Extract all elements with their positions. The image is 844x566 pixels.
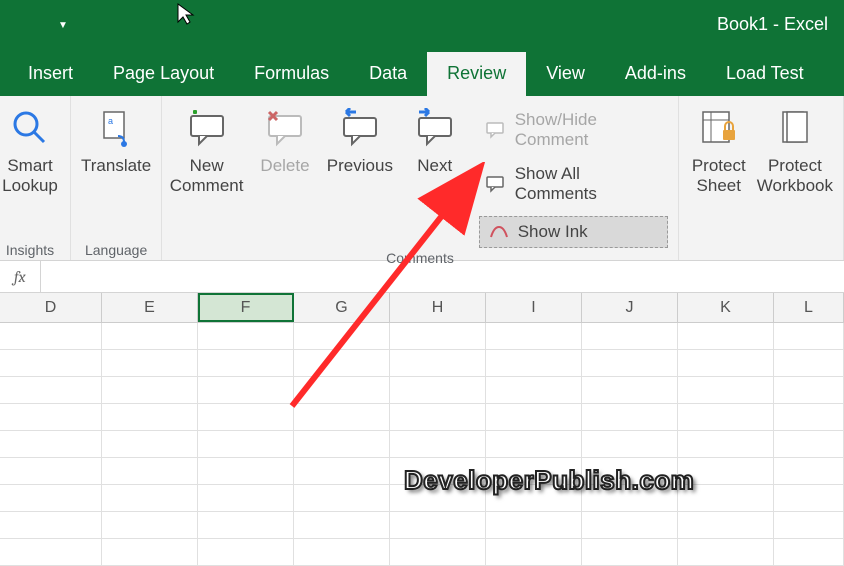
fx-icon[interactable]: fx [0, 261, 41, 292]
show-all-comments-label: Show All Comments [515, 164, 662, 204]
show-ink-button[interactable]: Show Ink [479, 216, 668, 248]
tab-addins[interactable]: Add-ins [605, 52, 706, 96]
ink-icon [488, 221, 510, 243]
previous-label: Previous [327, 156, 393, 176]
table-row[interactable] [0, 404, 844, 431]
table-row[interactable] [0, 350, 844, 377]
show-hide-comment-button: Show/Hide Comment [479, 108, 668, 152]
table-row[interactable] [0, 431, 844, 458]
translate-button[interactable]: a Translate [81, 102, 151, 176]
show-hide-comment-label: Show/Hide Comment [515, 110, 662, 150]
protect-workbook-button[interactable]: Protect Workbook [763, 102, 833, 197]
qat-dropdown-icon[interactable]: ▼ [58, 20, 68, 31]
protect-workbook-icon [776, 106, 820, 150]
col-header-l[interactable]: L [774, 293, 844, 322]
app-title: Book1 - Excel [717, 14, 828, 35]
new-comment-label: New Comment [170, 156, 244, 197]
ribbon: Smart Lookup Insights a Translate Langua… [0, 96, 844, 261]
delete-icon [263, 106, 307, 150]
comments-icon [485, 173, 507, 195]
formula-input[interactable] [41, 269, 844, 285]
comment-icon [485, 119, 507, 141]
smart-lookup-label: Smart Lookup [2, 156, 58, 197]
table-row[interactable] [0, 323, 844, 350]
translate-icon: a [94, 106, 138, 150]
svg-text:a: a [108, 116, 113, 126]
group-language-label: Language [81, 240, 151, 258]
delete-label: Delete [260, 156, 309, 176]
protect-sheet-icon [697, 106, 741, 150]
tab-view[interactable]: View [526, 52, 605, 96]
previous-comment-button[interactable]: Previous [329, 102, 391, 176]
col-header-g[interactable]: G [294, 293, 390, 322]
translate-label: Translate [81, 156, 151, 176]
next-icon [413, 106, 457, 150]
previous-icon [338, 106, 382, 150]
grid-rows-container [0, 323, 844, 566]
search-icon [8, 106, 52, 150]
table-row[interactable] [0, 377, 844, 404]
tab-pagelayout[interactable]: Page Layout [93, 52, 234, 96]
new-comment-icon [185, 106, 229, 150]
delete-comment-button: Delete [255, 102, 315, 176]
protect-workbook-label: Protect Workbook [757, 156, 833, 197]
column-headers: D E F G H I J K L [0, 293, 844, 323]
new-comment-button[interactable]: New Comment [172, 102, 241, 197]
tab-data[interactable]: Data [349, 52, 427, 96]
show-all-comments-button[interactable]: Show All Comments [479, 162, 668, 206]
group-changes-label [689, 256, 833, 258]
next-label: Next [417, 156, 452, 176]
table-row[interactable] [0, 512, 844, 539]
col-header-f[interactable]: F [198, 293, 294, 322]
col-header-j[interactable]: J [582, 293, 678, 322]
group-insights-label: Insights [0, 240, 60, 258]
table-row[interactable] [0, 485, 844, 512]
tab-formulas[interactable]: Formulas [234, 52, 349, 96]
col-header-d[interactable]: D [0, 293, 102, 322]
smart-lookup-button[interactable]: Smart Lookup [0, 102, 60, 197]
table-row[interactable] [0, 458, 844, 485]
tab-insert[interactable]: Insert [8, 52, 93, 96]
col-header-k[interactable]: K [678, 293, 774, 322]
protect-sheet-button[interactable]: Protect Sheet [689, 102, 749, 197]
protect-sheet-label: Protect Sheet [692, 156, 746, 197]
table-row[interactable] [0, 539, 844, 566]
ribbon-tabs: Insert Page Layout Formulas Data Review … [0, 48, 844, 96]
col-header-h[interactable]: H [390, 293, 486, 322]
title-bar: ▼ Book1 - Excel [0, 0, 844, 48]
group-comments-label: Comments [172, 248, 668, 266]
col-header-i[interactable]: I [486, 293, 582, 322]
show-ink-label: Show Ink [518, 222, 588, 242]
tab-review[interactable]: Review [427, 52, 526, 96]
next-comment-button[interactable]: Next [405, 102, 465, 176]
col-header-e[interactable]: E [102, 293, 198, 322]
tab-loadtest[interactable]: Load Test [706, 52, 824, 96]
